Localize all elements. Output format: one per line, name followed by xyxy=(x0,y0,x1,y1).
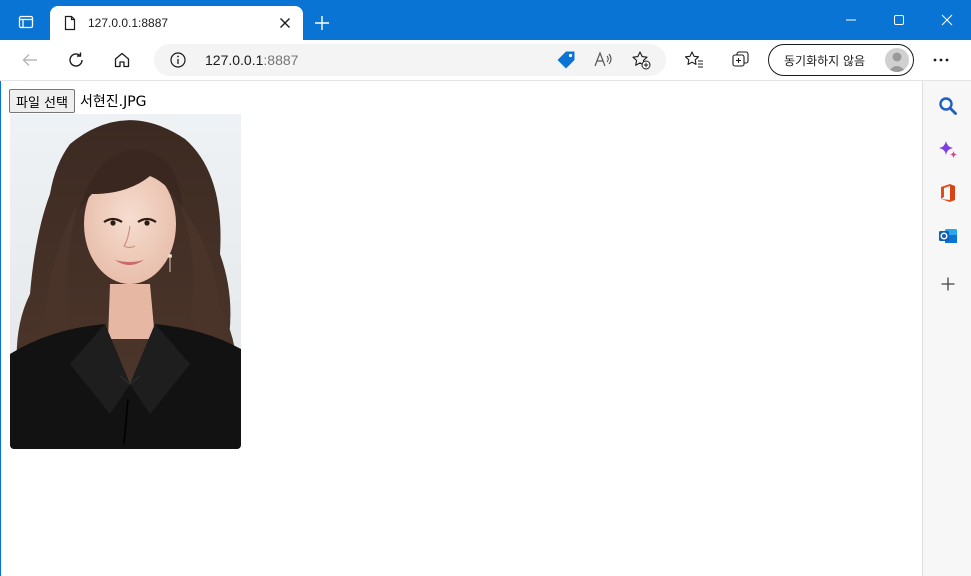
edge-sidebar xyxy=(922,81,971,576)
more-button[interactable] xyxy=(925,44,957,76)
office-icon xyxy=(941,184,955,202)
tab-title: 127.0.0.1:8887 xyxy=(88,16,169,30)
page-icon xyxy=(62,15,78,31)
url-port: :8887 xyxy=(263,52,299,68)
window-close-icon xyxy=(941,14,953,26)
selected-file-name: 서현진.JPG xyxy=(79,94,147,110)
close-icon xyxy=(280,18,290,28)
tab-close-button[interactable] xyxy=(271,9,299,37)
favorites-icon xyxy=(684,51,703,68)
shopping-button[interactable] xyxy=(554,48,578,72)
add-favorite-icon xyxy=(632,51,651,70)
more-icon xyxy=(933,58,949,62)
page-content: 파일 선택 서현진.JPG xyxy=(0,81,922,576)
sidebar-copilot-button[interactable] xyxy=(935,137,961,163)
maximize-icon xyxy=(894,15,904,25)
file-input[interactable]: 파일 선택 서현진.JPG xyxy=(9,89,147,113)
home-icon xyxy=(114,52,130,68)
title-bar: 127.0.0.1:8887 xyxy=(0,0,971,40)
sidebar-add-button[interactable] xyxy=(935,271,961,297)
collections-button[interactable] xyxy=(725,44,757,76)
address-bar[interactable]: 127.0.0.1:8887 xyxy=(154,44,666,76)
back-icon xyxy=(22,54,37,66)
choose-file-button[interactable]: 파일 선택 xyxy=(9,89,75,113)
browser-tab[interactable]: 127.0.0.1:8887 xyxy=(50,6,303,40)
avatar xyxy=(885,48,909,72)
add-favorite-button[interactable] xyxy=(629,48,653,72)
sidebar-outlook-button[interactable] xyxy=(935,223,961,249)
read-aloud-icon xyxy=(594,51,612,67)
window-close-button[interactable] xyxy=(923,0,971,40)
sparkle-icon xyxy=(939,141,957,158)
search-icon xyxy=(939,97,957,115)
tab-actions-button[interactable] xyxy=(8,8,44,36)
tab-actions-icon xyxy=(18,15,34,29)
home-button[interactable] xyxy=(106,44,138,76)
profile-button[interactable]: 동기화하지 않음 xyxy=(768,44,914,76)
minimize-button[interactable] xyxy=(827,0,875,40)
browser-toolbar: 127.0.0.1:8887 동기화하지 않음 xyxy=(0,40,971,81)
back-button[interactable] xyxy=(14,44,46,76)
read-aloud-button[interactable] xyxy=(591,48,615,72)
info-icon xyxy=(170,52,186,68)
favorites-button[interactable] xyxy=(678,44,710,76)
minimize-icon xyxy=(846,19,856,21)
profile-sync-label: 동기화하지 않음 xyxy=(784,53,866,68)
sidebar-office-button[interactable] xyxy=(935,180,961,206)
maximize-button[interactable] xyxy=(875,0,923,40)
address-url[interactable]: 127.0.0.1:8887 xyxy=(205,52,298,68)
site-info-button[interactable] xyxy=(168,50,188,70)
collections-icon xyxy=(732,51,749,67)
new-tab-button[interactable] xyxy=(308,9,336,37)
refresh-button[interactable] xyxy=(60,44,92,76)
outlook-icon xyxy=(939,229,957,243)
uploaded-image xyxy=(10,114,241,449)
sidebar-search-button[interactable] xyxy=(935,93,961,119)
shopping-tag-icon xyxy=(557,51,575,69)
url-host: 127.0.0.1 xyxy=(205,52,264,68)
refresh-icon xyxy=(69,52,83,67)
add-icon xyxy=(941,277,955,291)
plus-icon xyxy=(315,16,329,30)
